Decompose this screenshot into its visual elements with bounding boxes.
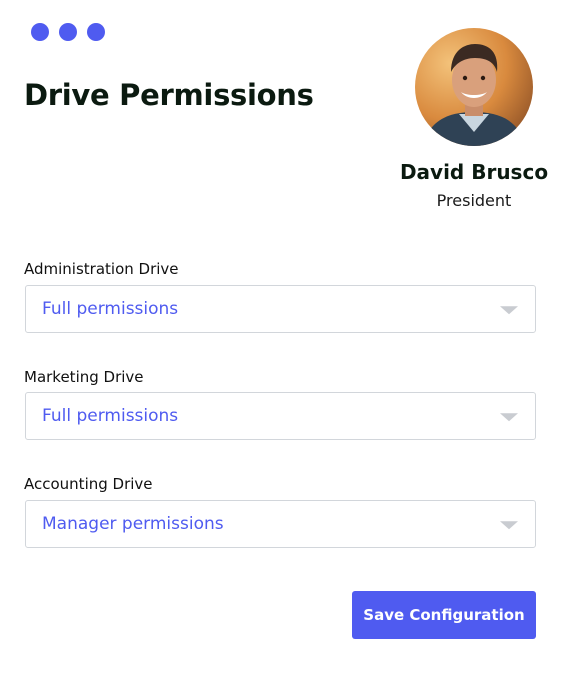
select-value: Manager permissions — [42, 514, 224, 534]
profile-role: President — [436, 191, 512, 210]
accounting-drive-label: Accounting Drive — [24, 475, 153, 493]
window-dot[interactable] — [31, 23, 49, 41]
select-value: Full permissions — [42, 406, 179, 426]
accounting-drive-select[interactable]: Manager permissions — [25, 500, 536, 548]
administration-drive-select[interactable]: Full permissions — [25, 285, 536, 333]
avatar-photo — [415, 28, 533, 146]
window-dot[interactable] — [87, 23, 105, 41]
caret-down-icon — [500, 521, 518, 530]
marketing-drive-select[interactable]: Full permissions — [25, 392, 536, 440]
select-value: Full permissions — [42, 299, 179, 319]
window-dot[interactable] — [59, 23, 77, 41]
caret-down-icon — [500, 413, 518, 422]
page-title: Drive Permissions — [24, 78, 314, 112]
profile-name: David Brusco — [399, 160, 549, 184]
avatar — [415, 28, 533, 146]
save-configuration-button[interactable]: Save Configuration — [352, 591, 536, 639]
window-dots — [31, 23, 105, 41]
marketing-drive-label: Marketing Drive — [24, 368, 144, 386]
caret-down-icon — [500, 306, 518, 315]
administration-drive-label: Administration Drive — [24, 260, 179, 278]
